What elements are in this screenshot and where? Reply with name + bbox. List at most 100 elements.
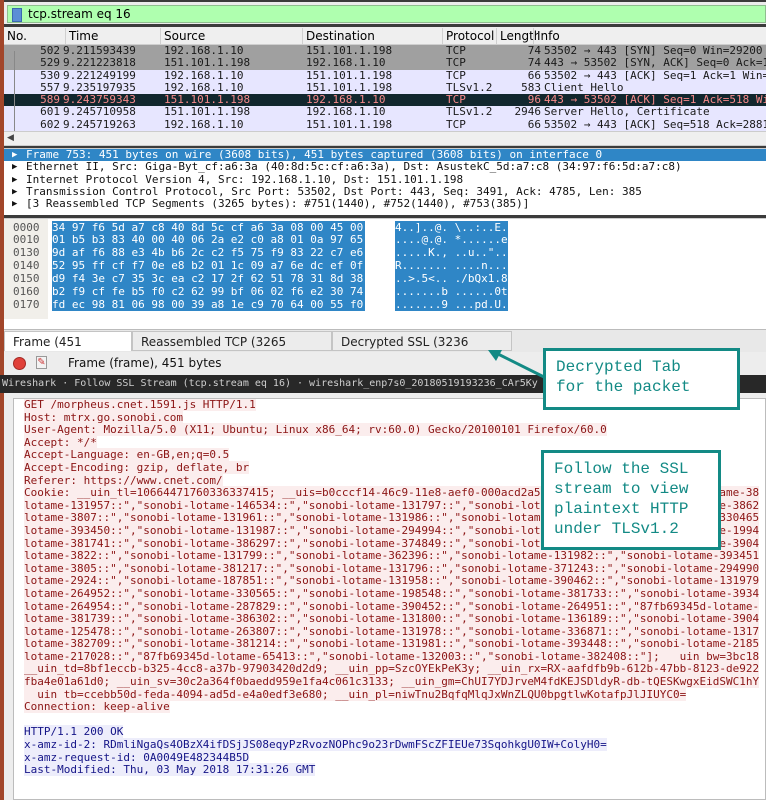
packet-cell-info: 443 → 53502 [SYN, ACK] Seq=0 Ack=1 Win= xyxy=(544,56,766,70)
display-filter-bar: tcp.stream eq 16 xyxy=(4,2,766,24)
packet-cell-proto: TCP xyxy=(446,93,466,107)
packet-cell-time: 9.221223818 xyxy=(63,56,136,70)
tab-decrypted-ssl[interactable]: Decrypted SSL (3236 bytes) xyxy=(332,331,512,369)
expand-arrow-icon[interactable]: ▶ xyxy=(12,198,17,210)
column-header-info[interactable]: Info xyxy=(533,28,560,44)
expert-info-icon[interactable] xyxy=(13,357,26,370)
bytes-hex: 9d af f6 88 e3 4b b6 2c c2 f5 75 f9 83 2… xyxy=(52,246,366,259)
packet-cell-no: 529 xyxy=(40,56,60,70)
request-line-text: Accept-Encoding: gzip, deflate, br xyxy=(24,460,250,474)
packet-list[interactable]: No. Time Source Destination Protocol Len… xyxy=(4,27,766,145)
callout-arrow xyxy=(488,350,547,380)
request-line-text: lotame-3822::","sonobi-lotame-131799::",… xyxy=(24,549,760,563)
packet-cell-time: 9.235197935 xyxy=(63,80,136,94)
packet-cell-no: 602 xyxy=(40,117,60,131)
packet-cell-no: 502 xyxy=(40,44,60,57)
packet-cell-no: 530 xyxy=(40,68,60,82)
bytes-off: 0160 xyxy=(13,285,40,298)
packet-cell-no: 589 xyxy=(40,93,60,107)
detail-text: Internet Protocol Version 4, Src: 192.16… xyxy=(26,172,464,186)
packet-cell-time: 9.245719263 xyxy=(63,117,136,131)
packet-cell-dst: 192.168.1.10 xyxy=(306,93,386,107)
bytes-ascii: .......b ......0t xyxy=(395,285,508,298)
expand-arrow-icon[interactable]: ▶ xyxy=(12,149,17,161)
column-header-time[interactable]: Time xyxy=(65,28,98,44)
packet-cell-src: 151.101.1.198 xyxy=(164,93,251,107)
detail-tree-item[interactable]: ▶ [3 Reassembled TCP Segments (3265 bytes… xyxy=(4,198,766,210)
request-line: lotame-3822::","sonobi-lotame-131799::",… xyxy=(14,549,765,563)
column-header-source[interactable]: Source xyxy=(160,28,205,44)
request-line: User-Agent: Mozilla/5.0 (X11; Ubuntu; Li… xyxy=(14,423,765,437)
packet-cell-time: 9.211593439 xyxy=(63,44,136,57)
bytes-ascii: R....... ....n... xyxy=(395,259,508,272)
packet-bytes-pane[interactable]: 0000 34 97 f6 5d a7 c8 40 8d 5c cf a6 3a … xyxy=(4,218,766,330)
packet-cell-no: 557 xyxy=(40,80,60,94)
packet-row[interactable]: 529 9.221223818 151.101.1.198 192.168.1.10 T… xyxy=(4,56,766,70)
packet-cell-proto: TLSv1.2 xyxy=(446,80,493,94)
detail-text: Frame 753: 451 bytes on wire (3608 bits)… xyxy=(26,148,603,161)
packet-cell-dst: 151.101.1.198 xyxy=(306,80,393,94)
request-line-text: Referer: https://www.cnet.com/ xyxy=(24,473,223,487)
packet-cell-len: 74 xyxy=(527,44,541,57)
packet-cell-len: 2946 xyxy=(514,105,542,119)
bytes-hex: 52 95 ff cf f7 0e e8 b2 01 1c 09 a7 6e d… xyxy=(52,259,366,272)
column-header-destination[interactable]: Destination xyxy=(302,28,375,44)
packet-cell-len: 583 xyxy=(521,80,541,94)
packet-cell-info: Server Hello, Certificate xyxy=(544,105,710,119)
packet-cell-src: 192.168.1.10 xyxy=(164,44,244,57)
request-line-text: lotame-382709::","sonobi-lotame-381214::… xyxy=(24,637,760,651)
response-line-text: Last-Modified: Thu, 03 May 2018 17:31:26… xyxy=(24,763,316,777)
packet-cell-time: 9.243759343 xyxy=(63,93,136,107)
response-line-text: HTTP/1.1 200 OK xyxy=(24,725,124,739)
column-header-length[interactable]: Length xyxy=(496,28,538,44)
column-header-protocol[interactable]: Protocol xyxy=(442,28,494,44)
request-line-text: lotame-125478::","sonobi-lotame-263807::… xyxy=(24,624,760,638)
expand-arrow-icon[interactable]: ▶ xyxy=(12,186,17,198)
expand-arrow-icon[interactable]: ▶ xyxy=(12,161,17,173)
packet-cell-info: 53502 → 443 [ACK] Seq=518 Ack=2881 xyxy=(544,117,766,131)
bytes-off: 0170 xyxy=(13,298,40,311)
packet-cell-dst: 192.168.1.10 xyxy=(306,56,386,70)
packet-cell-no: 601 xyxy=(40,105,60,119)
packet-details-tree[interactable]: ▶ Frame 753: 451 bytes on wire (3608 bits… xyxy=(4,148,766,215)
packet-row[interactable]: 602 9.245719263 192.168.1.10 151.101.1.198 T… xyxy=(4,117,766,132)
request-line-text: __uin_tb=ccebb50d-feda-4094-ad5d-e4a0edf… xyxy=(24,687,687,701)
scroll-left-icon[interactable]: ◀ xyxy=(7,132,14,145)
packet-cell-dst: 151.101.1.198 xyxy=(306,117,393,131)
packet-cell-time: 9.245710958 xyxy=(63,105,136,119)
column-header-no[interactable]: No. xyxy=(4,28,27,44)
packet-list-horizontal-scrollbar[interactable]: ◀ xyxy=(4,131,766,146)
packet-cell-src: 192.168.1.10 xyxy=(164,80,244,94)
expand-arrow-icon[interactable]: ▶ xyxy=(12,174,17,186)
packet-cell-proto: TLSv1.2 xyxy=(446,105,493,119)
packet-cell-src: 151.101.1.198 xyxy=(164,105,251,119)
tab-reassembled-tcp[interactable]: Reassembled TCP (3265 bytes) xyxy=(132,331,332,369)
bytes-ascii: ....@.@. *......e xyxy=(395,233,508,246)
display-filter-input[interactable]: tcp.stream eq 16 xyxy=(7,5,766,23)
bytes-hex: d9 f4 3e c7 35 3c ea c2 17 2f 62 51 78 3… xyxy=(52,272,366,285)
request-line: lotame-382709::","sonobi-lotame-381214::… xyxy=(14,637,765,651)
tab-frame[interactable]: Frame (451 bytes) xyxy=(4,331,132,369)
packet-cell-info: 443 → 53502 [ACK] Seq=1 Ack=518 Win xyxy=(544,93,766,107)
conversation-bracket xyxy=(14,51,15,131)
request-line-text: lotame-264954::","sonobi-lotame-287829::… xyxy=(24,599,760,613)
packet-cell-info: Client Hello xyxy=(544,80,624,94)
packet-cell-dst: 192.168.1.10 xyxy=(306,105,386,119)
capture-comment-icon[interactable]: ✎ xyxy=(36,356,47,369)
filter-text: tcp.stream eq 16 xyxy=(28,7,131,21)
request-line-text: Accept: */* xyxy=(24,435,97,449)
bytes-ascii: .....K., ..u..".. xyxy=(395,246,508,259)
status-text: Frame (frame), 451 bytes xyxy=(68,356,222,370)
packet-cell-info: 53502 → 443 [ACK] Seq=1 Ack=1 Win= xyxy=(544,68,766,82)
bytes-off: 0140 xyxy=(13,259,40,272)
response-line: x-amz-id-2: RDmliNgaQs4OBzX4ifDSjJS08eqy… xyxy=(14,738,765,752)
packet-list-header: No. Time Source Destination Protocol Len… xyxy=(4,27,766,45)
packet-cell-len: 96 xyxy=(527,93,541,107)
packet-row[interactable]: 601 9.245710958 151.101.1.198 192.168.1.10 T… xyxy=(4,105,766,119)
bookmark-icon[interactable] xyxy=(12,8,22,22)
bytes-ascii: ..>.5<.. ./bQx1.8 xyxy=(395,272,508,285)
packet-cell-len: 66 xyxy=(527,117,541,131)
response-line-text: x-amz-request-id: 0A0049E482344B5D xyxy=(24,750,250,764)
request-line: Connection: keep-alive xyxy=(14,700,765,714)
